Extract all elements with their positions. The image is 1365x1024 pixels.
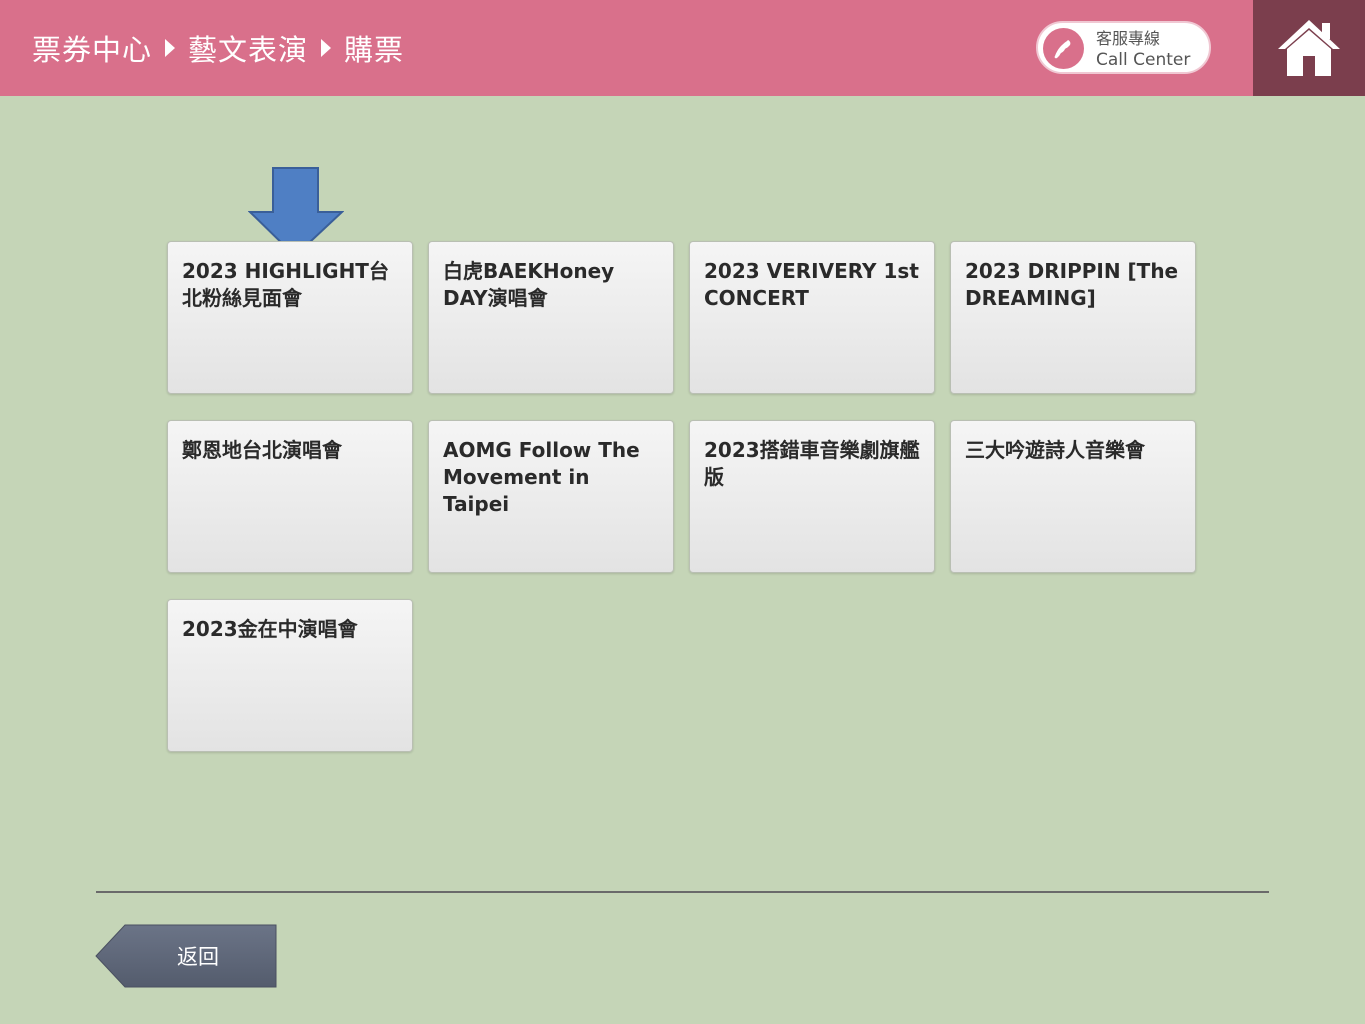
header-bar: 票券中心 藝文表演 購票 客服專線 Call Center <box>0 0 1365 96</box>
event-tile[interactable]: 2023搭錯車音樂劇旗艦版 <box>689 420 935 573</box>
home-button[interactable] <box>1253 0 1365 96</box>
back-button-label: 返回 <box>177 945 219 969</box>
back-button[interactable]: 返回 <box>95 924 277 988</box>
event-tile[interactable]: 2023 VERIVERY 1st CONCERT <box>689 241 935 394</box>
breadcrumb: 票券中心 藝文表演 購票 <box>32 28 404 68</box>
call-center-button[interactable]: 客服專線 Call Center <box>1036 21 1211 74</box>
event-title: 鄭恩地台北演唱會 <box>182 438 342 462</box>
call-center-label-zh: 客服專線 <box>1096 29 1161 48</box>
event-tile[interactable]: 白虎BAEKHoney DAY演唱會 <box>428 241 674 394</box>
event-title: 三大吟遊詩人音樂會 <box>965 438 1145 462</box>
event-tile[interactable]: 三大吟遊詩人音樂會 <box>950 420 1196 573</box>
footer-divider <box>96 891 1269 893</box>
event-tile[interactable]: 鄭恩地台北演唱會 <box>167 420 413 573</box>
phone-icon <box>1043 28 1084 69</box>
home-icon <box>1278 20 1340 76</box>
event-tile[interactable]: AOMG Follow The Movement in Taipei <box>428 420 674 573</box>
event-tile[interactable]: 2023 HIGHLIGHT台北粉絲見面會 <box>167 241 413 394</box>
event-title: 2023 DRIPPIN [The DREAMING] <box>965 259 1179 310</box>
event-title: 2023 HIGHLIGHT台北粉絲見面會 <box>182 259 389 310</box>
breadcrumb-item-ticket-center[interactable]: 票券中心 <box>32 27 152 69</box>
breadcrumb-item-buy: 購票 <box>344 33 405 67</box>
event-title: AOMG Follow The Movement in Taipei <box>443 438 640 516</box>
breadcrumb-item-arts[interactable]: 藝文表演 <box>188 27 308 69</box>
event-title: 2023搭錯車音樂劇旗艦版 <box>704 438 920 489</box>
event-tile[interactable]: 2023金在中演唱會 <box>167 599 413 752</box>
event-tile[interactable]: 2023 DRIPPIN [The DREAMING] <box>950 241 1196 394</box>
breadcrumb-separator-icon <box>165 39 176 57</box>
call-center-label-en: Call Center <box>1096 50 1191 70</box>
event-title: 白虎BAEKHoney DAY演唱會 <box>443 259 615 310</box>
breadcrumb-separator-icon <box>321 39 332 57</box>
event-title: 2023金在中演唱會 <box>182 617 358 641</box>
event-title: 2023 VERIVERY 1st CONCERT <box>704 259 919 310</box>
